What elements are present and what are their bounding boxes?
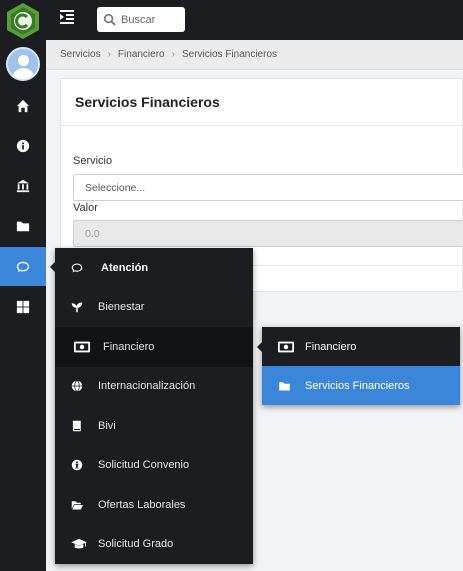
menu-toggle-icon[interactable] xyxy=(60,10,76,24)
breadcrumb-item[interactable]: Servicios xyxy=(60,49,101,60)
menu-header-label: Atención xyxy=(101,261,149,274)
money-bill-icon xyxy=(74,341,90,353)
globe-icon xyxy=(71,380,83,392)
card-header: Servicios Financieros xyxy=(61,79,462,126)
sidebar-home[interactable] xyxy=(0,86,46,125)
sidebar-folder[interactable] xyxy=(0,206,46,245)
menu-item-financiero[interactable]: Financiero xyxy=(55,327,253,367)
folder-icon xyxy=(279,381,290,390)
user-avatar[interactable] xyxy=(6,47,40,81)
breadcrumb: Servicios › Financiero › Servicios Finan… xyxy=(46,40,463,70)
menu-item-label: Financiero xyxy=(103,340,155,353)
money-bill-icon xyxy=(278,341,294,352)
menu-item-solicitud-grado[interactable]: Solicitud Grado xyxy=(55,524,253,564)
submenu-item-label: Financiero xyxy=(305,340,357,353)
sidebar-comments[interactable] xyxy=(0,247,46,286)
universal-access-icon xyxy=(71,459,83,470)
app-logo[interactable] xyxy=(4,2,42,40)
valor-input-value: 0.0 xyxy=(85,227,100,240)
menu-item-label: Solicitud Grado xyxy=(98,537,174,550)
servicio-label: Servicio xyxy=(73,155,113,167)
book-icon xyxy=(72,420,81,431)
breadcrumb-separator: › xyxy=(107,49,111,60)
menu-item-label: Bienestar xyxy=(98,300,145,313)
breadcrumb-separator: › xyxy=(171,49,175,60)
comments-icon xyxy=(16,261,30,272)
servicio-select[interactable]: Seleccione... xyxy=(73,174,463,201)
menu-item-solicitud-convenio[interactable]: Solicitud Convenio xyxy=(55,445,253,485)
financiero-submenu: Financiero Servicios Financieros xyxy=(257,327,460,405)
left-sidebar xyxy=(0,0,46,571)
menu-item-bienestar[interactable]: Bienestar xyxy=(55,287,253,327)
institution-icon xyxy=(16,179,30,192)
sidebar-institution[interactable] xyxy=(0,166,46,205)
search-icon xyxy=(103,13,116,26)
menu-header-atencion: Atención xyxy=(55,248,253,288)
home-icon xyxy=(16,99,30,112)
comments-icon xyxy=(71,263,83,273)
submenu-item-financiero[interactable]: Financiero xyxy=(262,327,460,366)
atencion-menu: Atención Bienestar Financiero Internacio… xyxy=(50,248,253,564)
info-icon xyxy=(16,139,30,152)
submenu-item-servicios-financieros[interactable]: Servicios Financieros xyxy=(262,366,460,405)
menu-item-label: Internacionalización xyxy=(98,379,196,392)
menu-item-label: Solicitud Convenio xyxy=(98,458,190,471)
page-title: Servicios Financieros xyxy=(75,94,220,110)
folder-open-icon xyxy=(71,501,83,510)
servicio-select-value: Seleccione... xyxy=(85,181,146,194)
search-input[interactable] xyxy=(121,13,183,26)
top-bar xyxy=(46,0,463,40)
sidebar-windows[interactable] xyxy=(0,287,46,326)
graduation-cap-icon xyxy=(71,538,87,549)
sidebar-info[interactable] xyxy=(0,126,46,165)
submenu-item-label: Servicios Financieros xyxy=(305,379,410,392)
search-box[interactable] xyxy=(97,7,185,32)
menu-item-label: Ofertas Laborales xyxy=(98,498,186,511)
seedling-icon xyxy=(71,302,83,312)
menu-item-ofertas-laborales[interactable]: Ofertas Laborales xyxy=(55,485,253,525)
windows-icon xyxy=(16,300,30,313)
menu-item-internacionalizacion[interactable]: Internacionalización xyxy=(55,366,253,406)
breadcrumb-item[interactable]: Financiero xyxy=(118,49,165,60)
valor-label: Valor xyxy=(73,202,98,214)
menu-item-bivi[interactable]: Bivi xyxy=(55,406,253,446)
folder-icon xyxy=(16,221,30,231)
menu-item-label: Bivi xyxy=(98,419,116,432)
valor-input: 0.0 xyxy=(73,220,463,247)
breadcrumb-item: Servicios Financieros xyxy=(181,49,278,60)
